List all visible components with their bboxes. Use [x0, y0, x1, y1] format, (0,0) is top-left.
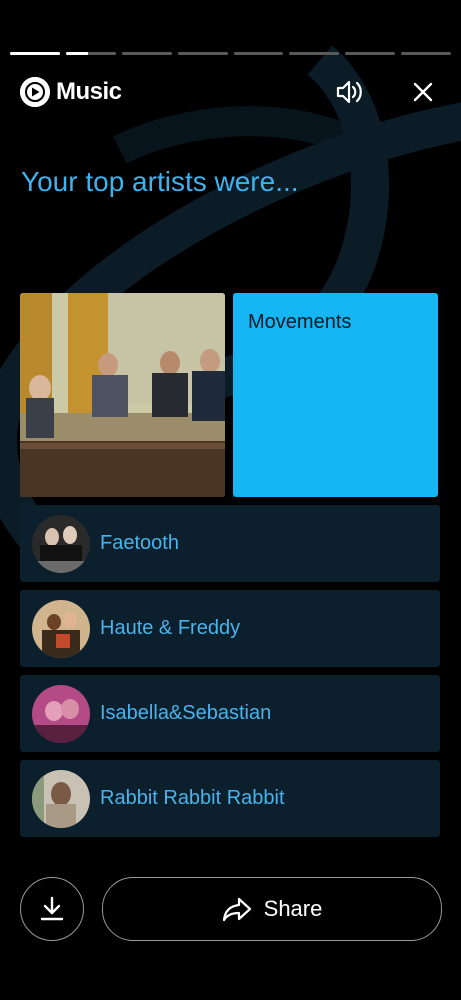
- artist-avatar: [32, 599, 90, 658]
- artist-name: Rabbit Rabbit Rabbit: [100, 787, 285, 809]
- artist-avatar: [32, 684, 90, 743]
- close-icon[interactable]: [405, 74, 441, 110]
- top-artist-card[interactable]: Movements: [233, 293, 438, 497]
- artist-row[interactable]: Faetooth: [20, 505, 440, 582]
- speaker-icon[interactable]: [331, 74, 367, 110]
- share-label: Share: [263, 896, 323, 921]
- progress-segment: [401, 52, 451, 55]
- story-progress-bar: [10, 52, 451, 55]
- artist-name: Haute & Freddy: [100, 617, 241, 639]
- progress-segment: [177, 52, 228, 55]
- progress-segment: [10, 52, 60, 55]
- download-icon: [40, 896, 64, 921]
- artist-row[interactable]: Isabella&Sebastian: [20, 675, 440, 752]
- progress-segment: [345, 52, 396, 55]
- logo-text: Music: [56, 78, 122, 105]
- top-artist-name: Movements: [248, 311, 352, 333]
- download-button[interactable]: [20, 877, 84, 941]
- artist-row[interactable]: Rabbit Rabbit Rabbit: [20, 760, 440, 837]
- share-button[interactable]: Share: [102, 877, 442, 941]
- top-artist-photo: [20, 293, 225, 497]
- share-arrow-icon: [222, 897, 251, 922]
- background-swirl: [0, 45, 461, 575]
- artist-name: Faetooth: [100, 532, 179, 554]
- play-circle-icon: [20, 77, 50, 107]
- progress-segment: [289, 52, 340, 55]
- artist-avatar: [32, 514, 90, 573]
- progress-segment: [121, 52, 172, 55]
- page-title: Your top artists were...: [21, 166, 299, 197]
- artist-row[interactable]: Haute & Freddy: [20, 590, 440, 667]
- youtube-music-logo: Music: [20, 77, 122, 107]
- artist-name: Isabella&Sebastian: [100, 702, 272, 724]
- progress-segment: [65, 52, 116, 55]
- artist-avatar: [32, 769, 90, 828]
- progress-segment: [233, 52, 284, 55]
- top-bar: Music: [20, 74, 441, 110]
